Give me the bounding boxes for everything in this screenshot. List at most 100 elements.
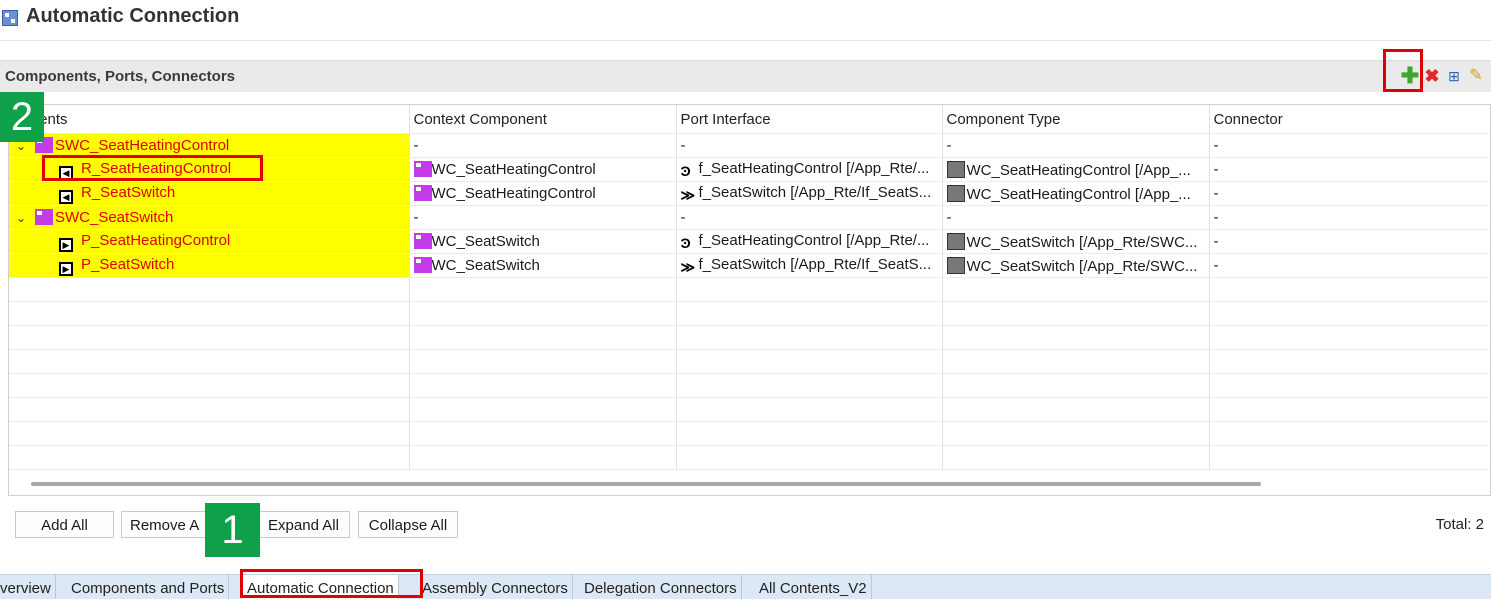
tab-all-contents-v2[interactable]: All Contents_V2 — [755, 575, 872, 599]
section-header: Components, Ports, Connectors ✚ ✖ ⊞ ✎ — [0, 60, 1491, 92]
table-row[interactable]: ◀ R_SeatHeatingControl WC_SeatHeatingCont… — [9, 157, 1490, 182]
context-cell: WC_SeatSwitch — [409, 253, 677, 278]
table-header-row: tents Context Component Port Interface C… — [9, 105, 1490, 134]
port-interface-cell: - — [676, 133, 943, 158]
component-type-icon — [946, 256, 965, 274]
column-header-component-type[interactable]: Component Type — [942, 105, 1210, 134]
component-icon — [413, 185, 432, 201]
title-bar: Automatic Connection — [0, 0, 1491, 40]
expand-all-button[interactable]: Expand All — [257, 511, 350, 538]
table-row[interactable]: ▶ P_SeatHeatingControl WC_SeatSwitch Ͽf_S… — [9, 229, 1490, 254]
connector-cell: - — [1209, 229, 1490, 254]
client-server-interface-icon: ≫ — [680, 187, 696, 203]
contents-cell[interactable]: ⌄ SWC_SeatHeatingControl — [9, 133, 410, 158]
column-header-context-component[interactable]: Context Component — [409, 105, 677, 134]
component-type-cell: - — [942, 205, 1210, 230]
component-type-icon — [946, 184, 965, 202]
remove-all-button[interactable]: Remove A — [121, 511, 216, 538]
tab-delegation-connectors[interactable]: Delegation Connectors — [580, 575, 742, 599]
empty-row — [9, 349, 1490, 374]
p-port-icon: ▶ — [59, 261, 73, 276]
connector-cell: - — [1209, 253, 1490, 278]
total-count: Total: 2 — [1435, 516, 1484, 533]
title-divider — [0, 40, 1491, 41]
context-cell: - — [409, 205, 677, 230]
tab-automatic-connection[interactable]: Automatic Connection — [243, 575, 399, 599]
context-cell: - — [409, 133, 677, 158]
component-type-icon — [946, 232, 965, 250]
annotation-badge-2: 2 — [0, 92, 44, 142]
client-server-interface-icon: ≫ — [680, 259, 696, 275]
column-header-connector[interactable]: Connector — [1209, 105, 1490, 134]
port-interface-cell: ≫ f_SeatSwitch [/App_Rte/If_SeatS... — [676, 181, 943, 206]
table-row[interactable]: ⌄ SWC_SeatHeatingControl - - - - — [9, 133, 1490, 158]
horizontal-scrollbar[interactable] — [31, 482, 1261, 486]
context-cell: WC_SeatHeatingControl — [409, 157, 677, 182]
row-name: SWC_SeatSwitch — [55, 209, 174, 226]
contents-cell[interactable]: ▶ P_SeatSwitch — [9, 253, 410, 278]
row-name: R_SeatHeatingControl — [81, 159, 232, 177]
tab-overview[interactable]: verview — [0, 575, 56, 599]
contents-cell[interactable]: ◀ R_SeatHeatingControl — [9, 157, 410, 182]
sender-receiver-interface-icon: Ͽ — [680, 235, 691, 251]
row-name: P_SeatSwitch — [81, 255, 175, 273]
row-name: R_SeatSwitch — [81, 183, 176, 201]
connector-cell: - — [1209, 205, 1490, 230]
component-type-cell: WC_SeatHeatingControl [/App_... — [942, 157, 1210, 182]
port-interface-cell: - — [676, 205, 943, 230]
component-type-cell: - — [942, 133, 1210, 158]
component-icon — [35, 209, 53, 225]
tab-components-and-ports[interactable]: Components and Ports — [67, 575, 230, 599]
expand-all-icon[interactable]: ⊞ — [1443, 64, 1465, 88]
component-icon — [413, 233, 432, 249]
context-cell: WC_SeatHeatingControl — [409, 181, 677, 206]
connector-cell: - — [1209, 181, 1490, 206]
port-interface-cell: Ͽf_SeatHeatingControl [/App_Rte/... — [676, 157, 943, 182]
p-port-icon: ▶ — [59, 237, 73, 252]
component-icon — [413, 161, 432, 177]
empty-row — [9, 325, 1490, 350]
component-type-cell: WC_SeatHeatingControl [/App_... — [942, 181, 1210, 206]
contents-cell[interactable]: ⌄ SWC_SeatSwitch — [9, 205, 410, 230]
section-toolbar: ✚ ✖ ⊞ ✎ — [1399, 64, 1491, 88]
chevron-down-icon[interactable]: ⌄ — [13, 211, 29, 225]
contents-cell[interactable]: ◀ R_SeatSwitch — [9, 181, 410, 206]
port-interface-cell: Ͽf_SeatHeatingControl [/App_Rte/... — [676, 229, 943, 254]
connector-cell: - — [1209, 157, 1490, 182]
component-icon — [413, 257, 432, 273]
empty-row — [9, 445, 1490, 470]
delete-x-icon[interactable]: ✖ — [1421, 64, 1443, 88]
tab-assembly-connectors[interactable]: Assembly Connectors — [418, 575, 573, 599]
row-name: P_SeatHeatingControl — [81, 231, 231, 249]
table-row[interactable]: ▶ P_SeatSwitch WC_SeatSwitch ≫ f_SeatSwitc… — [9, 253, 1490, 278]
table-row[interactable]: ◀ R_SeatSwitch WC_SeatHeatingControl ≫ f_S… — [9, 181, 1490, 206]
edit-pencil-icon[interactable]: ✎ — [1465, 64, 1487, 88]
collapse-all-button[interactable]: Collapse All — [358, 511, 458, 538]
annotation-badge-1: 1 — [205, 503, 260, 557]
empty-row — [9, 421, 1490, 446]
row-name: SWC_SeatHeatingControl — [55, 137, 230, 154]
component-type-icon — [946, 160, 965, 178]
section-title: Components, Ports, Connectors — [5, 68, 236, 85]
connections-table: tents Context Component Port Interface C… — [8, 104, 1491, 496]
page-title: Automatic Connection — [26, 5, 240, 27]
empty-row — [9, 397, 1490, 422]
empty-row — [9, 373, 1490, 398]
sender-receiver-interface-icon: Ͽ — [680, 163, 691, 179]
component-type-cell: WC_SeatSwitch [/App_Rte/SWC... — [942, 253, 1210, 278]
column-header-contents[interactable]: tents — [9, 105, 410, 134]
empty-row — [9, 277, 1490, 302]
editor-tab-bar: verview Components and Ports Automatic C… — [0, 574, 1491, 599]
empty-row — [9, 301, 1490, 326]
r-port-icon: ◀ — [59, 189, 73, 204]
component-type-cell: WC_SeatSwitch [/App_Rte/SWC... — [942, 229, 1210, 254]
column-header-port-interface[interactable]: Port Interface — [676, 105, 943, 134]
contents-cell[interactable]: ▶ P_SeatHeatingControl — [9, 229, 410, 254]
connection-editor-icon — [2, 10, 18, 26]
plus-icon[interactable]: ✚ — [1399, 64, 1421, 88]
add-all-button[interactable]: Add All — [15, 511, 114, 538]
table-row[interactable]: ⌄ SWC_SeatSwitch - - - - — [9, 205, 1490, 230]
r-port-icon: ◀ — [59, 165, 73, 180]
connector-cell: - — [1209, 133, 1490, 158]
context-cell: WC_SeatSwitch — [409, 229, 677, 254]
